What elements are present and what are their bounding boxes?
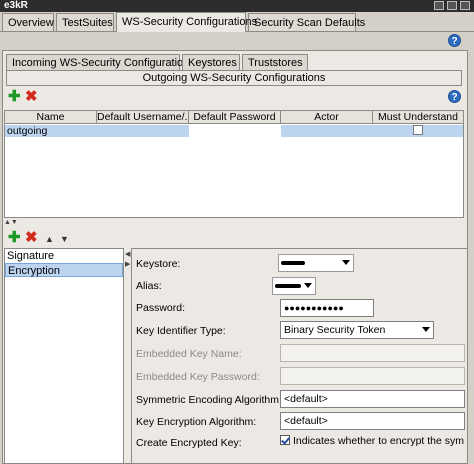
alias-label: Alias: — [136, 280, 162, 292]
table-header: Name Default Username/... Default Passwo… — [5, 111, 463, 124]
column-header-actor[interactable]: Actor — [281, 111, 373, 123]
column-header-default-username[interactable]: Default Username/... — [97, 111, 189, 123]
tab-security-scan-defaults[interactable]: Security Scan Defaults — [248, 13, 365, 32]
embedded-key-name-label: Embedded Key Name: — [136, 348, 242, 360]
encryption-form: Keystore: Alias: Password: ●●●●●●●●●●● K… — [131, 248, 468, 464]
cell-default-password[interactable] — [189, 125, 281, 137]
column-header-name[interactable]: Name — [5, 111, 97, 123]
tab-keystores[interactable]: Keystores — [182, 54, 240, 71]
chevron-down-icon — [422, 327, 430, 332]
must-understand-checkbox[interactable] — [413, 125, 423, 135]
password-field[interactable]: ●●●●●●●●●●● — [280, 299, 374, 317]
embedded-key-password-label: Embedded Key Password: — [136, 371, 260, 383]
tab-ws-security-configurations[interactable]: WS-Security Configurations — [116, 12, 257, 32]
embedded-key-name-field[interactable] — [280, 344, 465, 362]
password-label: Password: — [136, 302, 186, 314]
key-encryption-algorithm-field[interactable]: <default> — [280, 412, 465, 430]
collapse-right-icon[interactable]: ▶ — [125, 260, 130, 268]
tab-testsuites[interactable]: TestSuites — [56, 13, 114, 32]
list-item-encryption[interactable]: Encryption — [5, 263, 123, 277]
minimize-icon[interactable] — [434, 1, 444, 10]
maximize-icon[interactable] — [447, 1, 457, 10]
cell-must-understand — [373, 125, 463, 137]
cell-name[interactable]: outgoing — [5, 125, 97, 137]
chevron-down-icon — [304, 283, 312, 288]
collapse-left-icon[interactable]: ◀ — [125, 250, 130, 258]
add-configuration-button[interactable]: ✚ — [8, 89, 21, 104]
redacted-value — [281, 261, 305, 265]
remove-configuration-button[interactable]: ✖ — [25, 89, 38, 104]
tab-incoming-ws-security[interactable]: Incoming WS-Security Configurations — [6, 54, 195, 71]
list-item-signature[interactable]: Signature — [5, 249, 123, 263]
vertical-splitter[interactable]: ◀ ▶ — [124, 248, 131, 464]
close-icon[interactable] — [460, 1, 470, 10]
add-entry-button[interactable]: ✚ — [8, 230, 21, 245]
splitter-handle[interactable]: ▲▼ — [4, 219, 18, 226]
remove-entry-button[interactable]: ✖ — [25, 230, 38, 245]
table-row[interactable]: outgoing — [5, 125, 463, 137]
symmetric-encoding-algorithm-field[interactable]: <default> — [280, 390, 465, 408]
create-encrypted-key-description: Indicates whether to encrypt the sym — [293, 435, 464, 447]
cell-default-username[interactable] — [97, 125, 189, 137]
entry-list: Signature Encryption — [4, 248, 124, 464]
move-up-button[interactable]: ▲ — [45, 233, 54, 246]
embedded-key-password-field[interactable] — [280, 367, 465, 385]
window-title: e3kR — [4, 0, 28, 11]
move-down-button[interactable]: ▼ — [60, 233, 69, 246]
window-titlebar: e3kR — [0, 0, 474, 12]
tab-truststores[interactable]: Truststores — [242, 54, 308, 71]
help-icon-outgoing[interactable]: ? — [448, 90, 461, 103]
column-header-must-understand[interactable]: Must Understand — [373, 111, 463, 123]
outgoing-config-table: Name Default Username/... Default Passwo… — [4, 110, 464, 218]
chevron-down-icon — [342, 260, 350, 265]
tab-overview[interactable]: Overview — [2, 13, 54, 32]
key-identifier-type-dropdown[interactable]: Binary Security Token — [280, 321, 434, 339]
main-tab-bar: Overview TestSuites WS-Security Configur… — [0, 12, 474, 32]
key-identifier-type-value: Binary Security Token — [284, 324, 386, 336]
cell-actor[interactable] — [281, 125, 373, 137]
keystore-dropdown[interactable] — [278, 254, 354, 272]
symmetric-encoding-algorithm-label: Symmetric Encoding Algorithm: — [136, 394, 282, 406]
create-encrypted-key-label: Create Encrypted Key: — [136, 437, 242, 449]
redacted-value — [275, 284, 301, 288]
create-encrypted-key-option: Indicates whether to encrypt the sym — [280, 435, 464, 447]
create-encrypted-key-checkbox[interactable] — [280, 435, 290, 445]
alias-dropdown[interactable] — [272, 277, 316, 295]
key-encryption-algorithm-label: Key Encryption Algorithm: — [136, 416, 257, 428]
help-icon[interactable]: ? — [448, 34, 461, 47]
column-header-default-password[interactable]: Default Password — [189, 111, 281, 123]
tab-outgoing-ws-security[interactable]: Outgoing WS-Security Configurations — [6, 70, 462, 86]
keystore-label: Keystore: — [136, 258, 181, 270]
key-identifier-type-label: Key Identifier Type: — [136, 325, 226, 337]
